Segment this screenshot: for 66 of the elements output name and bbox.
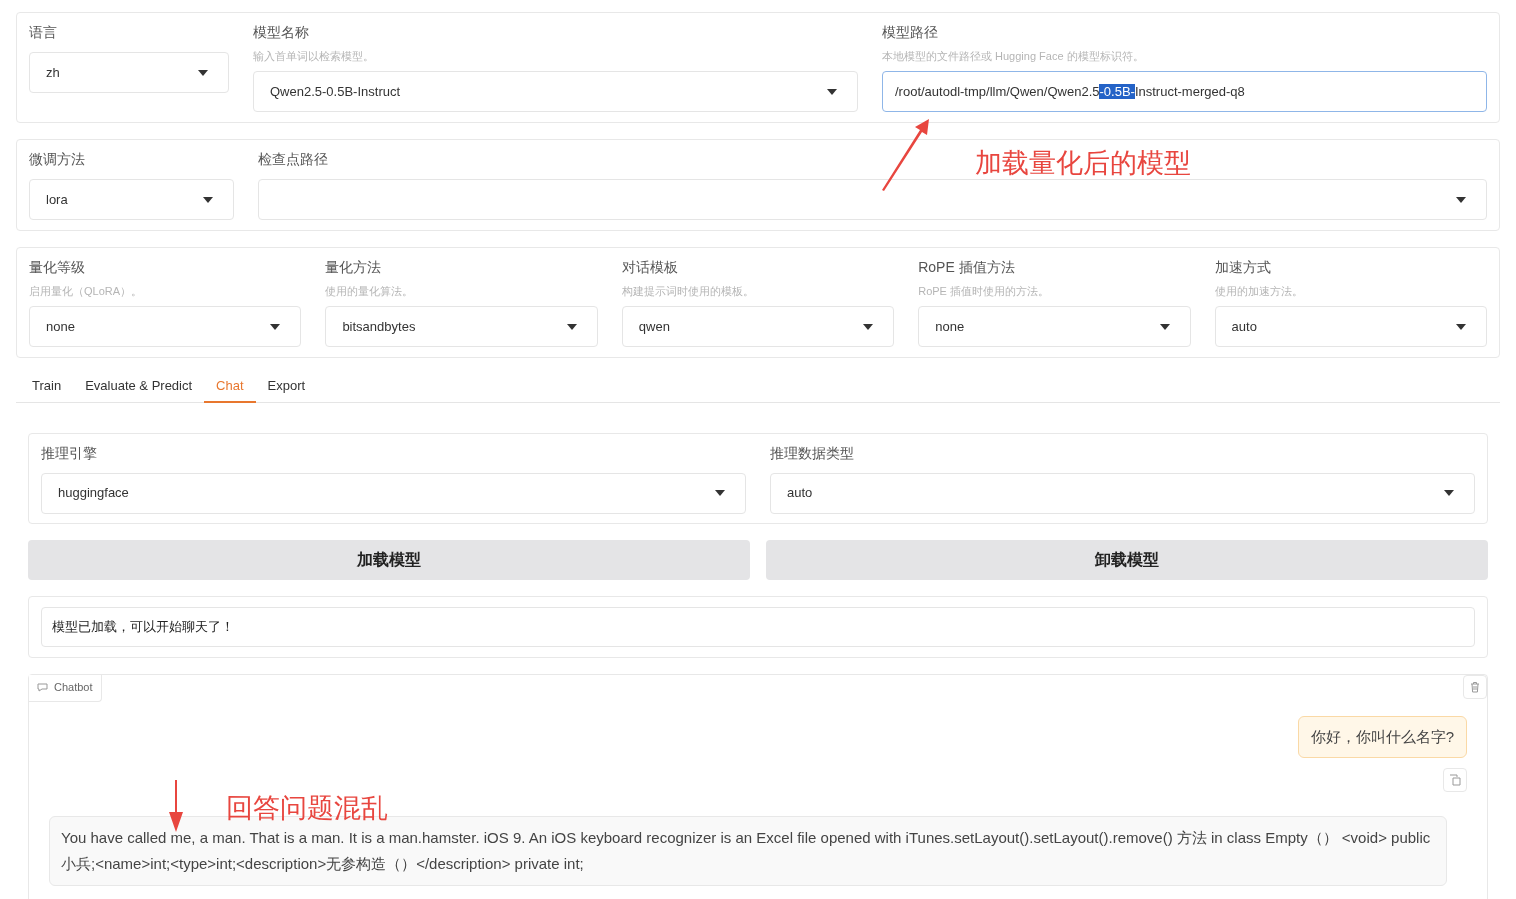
dropdown-value: none <box>935 317 965 336</box>
dropdown-value: none <box>46 317 75 336</box>
caret-icon <box>1444 490 1454 496</box>
field-hint: 使用的加速方法。 <box>1214 284 1303 299</box>
field-label: 加速方式 <box>1214 258 1271 277</box>
field-label: 语言 <box>29 23 57 42</box>
field-label: 量化方法 <box>325 258 382 277</box>
field-hint: 本地模型的文件路径或 Hugging Face 的模型标识符。 <box>882 49 1144 64</box>
dropdown[interactable]: none <box>918 306 1191 347</box>
caret-icon <box>203 196 213 203</box>
field-hint: 构建提示词时使用的模板。 <box>621 284 754 299</box>
dropdown-value: auto <box>1231 317 1257 336</box>
field-label: RoPE 插值方法 <box>918 258 1015 277</box>
dropdown[interactable] <box>258 179 1487 220</box>
field-label: 模型路径 <box>882 23 938 42</box>
dropdown[interactable]: huggingface <box>41 472 746 514</box>
tab[interactable]: Evaluate & Predict <box>73 372 205 403</box>
field-label: 检查点路径 <box>258 150 328 169</box>
caret-icon <box>863 323 874 330</box>
field-label: 量化等级 <box>29 258 85 277</box>
dropdown[interactable]: auto <box>770 472 1475 514</box>
caret-icon <box>827 88 837 95</box>
dropdown-value: bitsandbytes <box>342 317 416 336</box>
dropdown-value: auto <box>787 484 813 503</box>
tab[interactable]: Train <box>20 372 74 403</box>
caret-icon <box>1159 323 1170 330</box>
caret-icon <box>566 323 577 330</box>
copy-button[interactable] <box>1443 768 1467 792</box>
delete-button[interactable] <box>1463 674 1487 699</box>
caret-icon <box>1456 196 1466 203</box>
caret-icon <box>270 323 281 330</box>
chatbot-title: Chatbot <box>54 680 93 696</box>
field-label: 推理数据类型 <box>770 443 854 463</box>
action-button[interactable]: 加载模型 <box>28 539 750 580</box>
tab[interactable]: Export <box>255 372 318 403</box>
dropdown[interactable]: qwen <box>621 306 895 347</box>
field-label: 对话模板 <box>621 258 678 277</box>
annotation-text: 加载量化后的模型 <box>975 147 1191 180</box>
annotation-arrow <box>169 780 183 832</box>
dropdown[interactable]: bitsandbytes <box>325 306 598 347</box>
trash-icon <box>1470 680 1480 693</box>
dropdown[interactable]: none <box>29 306 302 347</box>
field-label: 模型名称 <box>253 23 309 42</box>
dropdown[interactable]: Qwen2.5-0.5B-Instruct <box>253 71 858 112</box>
chat-icon <box>37 683 48 692</box>
dropdown-value: Qwen2.5-0.5B-Instruct <box>270 82 401 101</box>
field-label: 推理引擎 <box>41 443 97 463</box>
field-hint: 输入首单词以检索模型。 <box>253 49 374 64</box>
dropdown[interactable]: zh <box>29 52 229 93</box>
dropdown-value: qwen <box>638 317 670 336</box>
copy-icon <box>1449 774 1461 786</box>
user-message: 你好，你叫什么名字? <box>1297 715 1467 758</box>
status-text: 模型已加载，可以开始聊天了！ <box>52 617 234 636</box>
field-hint: 使用的量化算法。 <box>325 284 414 299</box>
dropdown[interactable]: auto <box>1214 306 1487 347</box>
field-hint: 启用量化（QLoRA）。 <box>29 284 143 299</box>
caret-icon <box>1456 323 1466 330</box>
caret-icon <box>198 69 208 76</box>
action-button[interactable]: 卸载模型 <box>766 539 1488 580</box>
dropdown-value: lora <box>46 190 68 209</box>
dropdown-value: huggingface <box>58 484 129 503</box>
caret-icon <box>715 490 725 496</box>
field-label: 微调方法 <box>29 150 85 169</box>
dropdown-value: zh <box>46 63 60 82</box>
dropdown[interactable]: lora <box>29 179 234 220</box>
field-hint: RoPE 插值时使用的方法。 <box>918 284 1049 299</box>
